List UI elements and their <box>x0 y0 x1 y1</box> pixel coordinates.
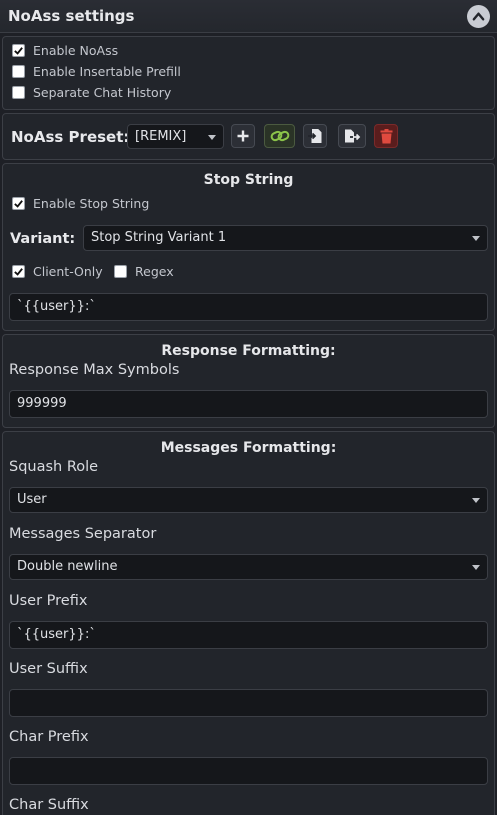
regex-checkbox[interactable] <box>114 265 127 278</box>
checkmark-icon <box>14 268 23 276</box>
link-icon <box>270 130 289 142</box>
enable-insertable-prefill-toggle[interactable]: Enable Insertable Prefill <box>12 64 181 79</box>
trash-icon <box>380 128 392 143</box>
messages-separator-select-value: Double newline <box>17 559 118 574</box>
link-preset-button[interactable] <box>264 124 295 148</box>
enable-insertable-prefill-checkbox[interactable] <box>12 65 25 78</box>
plus-icon <box>237 130 249 142</box>
preset-label: NoAss Preset: <box>11 128 130 146</box>
user-suffix-label: User Suffix <box>9 661 88 677</box>
separate-chat-history-label: Separate Chat History <box>33 85 172 100</box>
char-prefix-input[interactable] <box>9 757 488 785</box>
enable-noass-label: Enable NoAss <box>33 43 119 58</box>
enable-stop-string-toggle[interactable]: Enable Stop String <box>12 196 149 211</box>
response-formatting-title: Response Formatting: <box>161 343 336 359</box>
enable-noass-toggle[interactable]: Enable NoAss <box>12 43 118 58</box>
dropdown-caret-icon <box>208 135 216 140</box>
dropdown-caret-icon <box>472 565 480 570</box>
stop-string-input[interactable]: `{{user}}:` <box>9 293 488 321</box>
regex-label: Regex <box>135 264 174 279</box>
dropdown-caret-icon <box>472 236 480 241</box>
delete-preset-button[interactable] <box>374 124 398 148</box>
noass-settings-panel: NoAss settings Enable NoAss Enable Inser… <box>0 0 497 815</box>
variant-select-value: Stop String Variant 1 <box>91 230 227 245</box>
user-suffix-input[interactable] <box>9 689 488 717</box>
variant-select[interactable]: Stop String Variant 1 <box>83 225 488 251</box>
panel-title: NoAss settings <box>8 7 135 25</box>
response-max-symbols-input[interactable]: 999999 <box>9 390 488 418</box>
enable-insertable-prefill-label: Enable Insertable Prefill <box>33 64 181 79</box>
client-only-checkbox[interactable] <box>12 265 25 278</box>
dropdown-caret-icon <box>472 498 480 503</box>
messages-separator-label: Messages Separator <box>9 526 157 542</box>
checkmark-icon <box>14 200 23 208</box>
panel-header[interactable]: NoAss settings <box>0 0 497 33</box>
import-preset-button[interactable] <box>303 124 327 148</box>
user-prefix-input[interactable]: `{{user}}:` <box>9 621 488 649</box>
chevron-up-icon <box>472 12 485 21</box>
enable-stop-string-label: Enable Stop String <box>33 196 150 211</box>
general-toggles-section: Enable NoAss Enable Insertable Prefill S… <box>2 36 495 110</box>
file-import-icon <box>308 129 322 143</box>
preset-select-value: [REMIX] <box>135 129 187 144</box>
squash-role-label: Squash Role <box>9 459 99 475</box>
file-export-icon <box>345 129 361 143</box>
add-preset-button[interactable] <box>231 124 255 148</box>
regex-toggle[interactable]: Regex <box>114 264 174 279</box>
client-only-label: Client-Only <box>33 264 103 279</box>
separate-chat-history-toggle[interactable]: Separate Chat History <box>12 85 171 100</box>
preset-select[interactable]: [REMIX] <box>127 124 224 149</box>
variant-label: Variant: <box>10 231 76 247</box>
char-prefix-label: Char Prefix <box>9 729 89 745</box>
squash-role-select-value: User <box>17 492 47 507</box>
response-max-symbols-label: Response Max Symbols <box>9 362 180 378</box>
checkmark-icon <box>14 47 23 55</box>
collapse-button[interactable] <box>467 5 490 28</box>
client-only-toggle[interactable]: Client-Only <box>12 264 103 279</box>
user-prefix-label: User Prefix <box>9 593 88 609</box>
char-suffix-label: Char Suffix <box>9 797 89 813</box>
messages-formatting-title: Messages Formatting: <box>160 440 337 456</box>
enable-noass-checkbox[interactable] <box>12 44 25 57</box>
separate-chat-history-checkbox[interactable] <box>12 86 25 99</box>
enable-stop-string-checkbox[interactable] <box>12 197 25 210</box>
export-preset-button[interactable] <box>338 124 366 148</box>
messages-separator-select[interactable]: Double newline <box>9 554 488 580</box>
stop-string-title: Stop String <box>203 172 294 188</box>
squash-role-select[interactable]: User <box>9 487 488 513</box>
